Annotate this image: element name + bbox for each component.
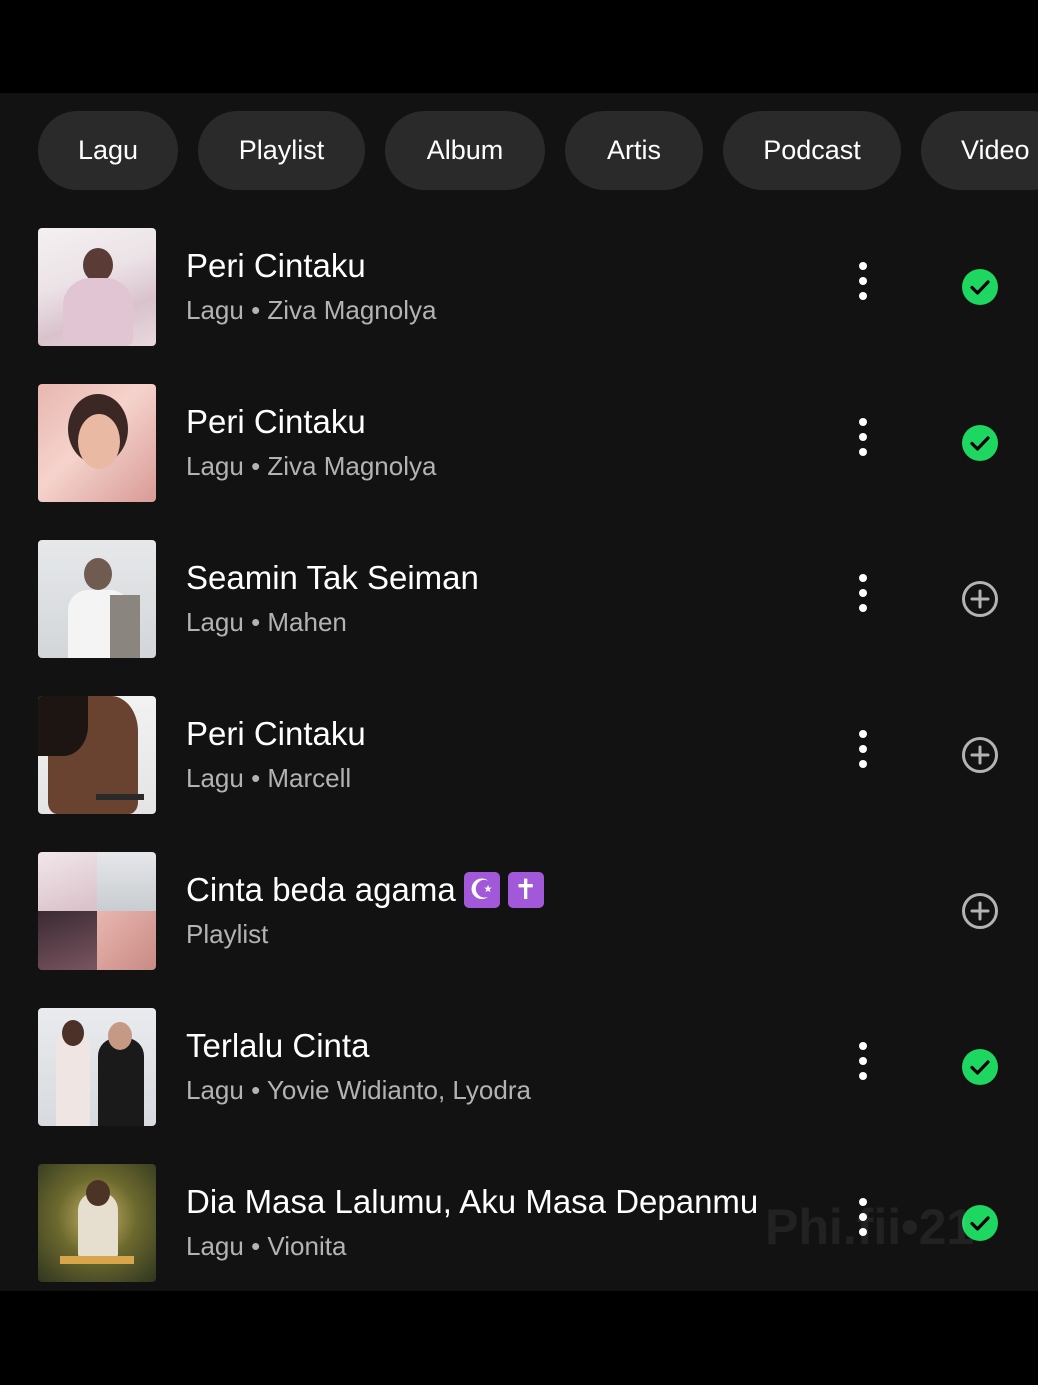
more-vertical-icon[interactable] (851, 730, 875, 780)
result-texts: Seamin Tak Seiman Lagu • Mahen (186, 558, 826, 638)
result-texts: Peri Cintaku Lagu • Ziva Magnolya (186, 402, 826, 482)
result-subtitle: Playlist (186, 919, 269, 949)
result-row[interactable]: Peri Cintaku Lagu • Marcell (0, 696, 1038, 814)
result-subtitle: Lagu • Marcell (186, 763, 352, 793)
result-row[interactable]: Peri Cintaku Lagu • Ziva Magnolya (0, 228, 1038, 346)
album-art (38, 1008, 156, 1126)
mosaic-tile (38, 852, 97, 911)
result-subtitle: Lagu • Ziva Magnolya (186, 295, 437, 325)
mosaic-tile (38, 911, 97, 970)
mosaic-tile (97, 852, 156, 911)
chip-video[interactable]: Video (921, 111, 1038, 190)
chip-playlist[interactable]: Playlist (198, 111, 365, 190)
chip-podcast[interactable]: Podcast (723, 111, 901, 190)
check-circle-icon[interactable] (960, 1047, 1000, 1087)
album-art (38, 696, 156, 814)
more-vertical-icon[interactable] (851, 574, 875, 624)
search-results-screen: Lagu Playlist Album Artis Podcast Video Peri … (0, 93, 1038, 1291)
result-subtitle: Lagu • Yovie Widianto, Lyodra (186, 1075, 531, 1105)
plus-circle-icon[interactable] (960, 891, 1000, 931)
latin-cross-emoji: ✝ (507, 872, 544, 908)
check-circle-icon[interactable] (960, 423, 1000, 463)
plus-circle-icon[interactable] (960, 579, 1000, 619)
check-circle-icon[interactable] (960, 267, 1000, 307)
chip-lagu[interactable]: Lagu (38, 111, 178, 190)
result-title: Seamin Tak Seiman (186, 559, 479, 596)
album-art (38, 1164, 156, 1282)
more-vertical-icon[interactable] (851, 418, 875, 468)
result-texts: Peri Cintaku Lagu • Ziva Magnolya (186, 246, 826, 326)
watermark: Phi.fii•21 (765, 1199, 975, 1255)
star-crescent-emoji: ☪ (463, 872, 500, 908)
mosaic-tile (97, 911, 156, 970)
result-row[interactable]: Cinta beda agama ☪ ✝ Playlist (0, 852, 1038, 970)
album-art (38, 228, 156, 346)
result-texts: Dia Masa Lalumu, Aku Masa Depanmu Lagu •… (186, 1182, 826, 1262)
result-title: Peri Cintaku (186, 403, 366, 440)
result-texts: Cinta beda agama ☪ ✝ Playlist (186, 870, 826, 950)
album-art (38, 540, 156, 658)
result-title: Peri Cintaku (186, 247, 366, 284)
chip-artis[interactable]: Artis (565, 111, 703, 190)
result-title-wrap: Cinta beda agama ☪ ✝ (186, 870, 826, 910)
result-texts: Terlalu Cinta Lagu • Yovie Widianto, Lyo… (186, 1026, 826, 1106)
filter-chips: Lagu Playlist Album Artis Podcast Video (38, 111, 1038, 190)
chip-album[interactable]: Album (385, 111, 545, 190)
playlist-mosaic-art (38, 852, 156, 970)
result-row[interactable]: Peri Cintaku Lagu • Ziva Magnolya (0, 384, 1038, 502)
album-art (38, 384, 156, 502)
result-subtitle: Lagu • Mahen (186, 607, 347, 637)
result-title: Dia Masa Lalumu, Aku Masa Depanmu (186, 1183, 759, 1220)
result-title: Cinta beda agama (186, 871, 456, 908)
result-subtitle: Lagu • Vionita (186, 1231, 347, 1261)
result-title: Terlalu Cinta (186, 1027, 370, 1064)
result-row[interactable]: Terlalu Cinta Lagu • Yovie Widianto, Lyo… (0, 1008, 1038, 1126)
more-vertical-icon[interactable] (851, 262, 875, 312)
plus-circle-icon[interactable] (960, 735, 1000, 775)
result-subtitle: Lagu • Ziva Magnolya (186, 451, 437, 481)
result-title: Peri Cintaku (186, 715, 366, 752)
result-texts: Peri Cintaku Lagu • Marcell (186, 714, 826, 794)
more-vertical-icon[interactable] (851, 1042, 875, 1092)
result-row[interactable]: Seamin Tak Seiman Lagu • Mahen (0, 540, 1038, 658)
